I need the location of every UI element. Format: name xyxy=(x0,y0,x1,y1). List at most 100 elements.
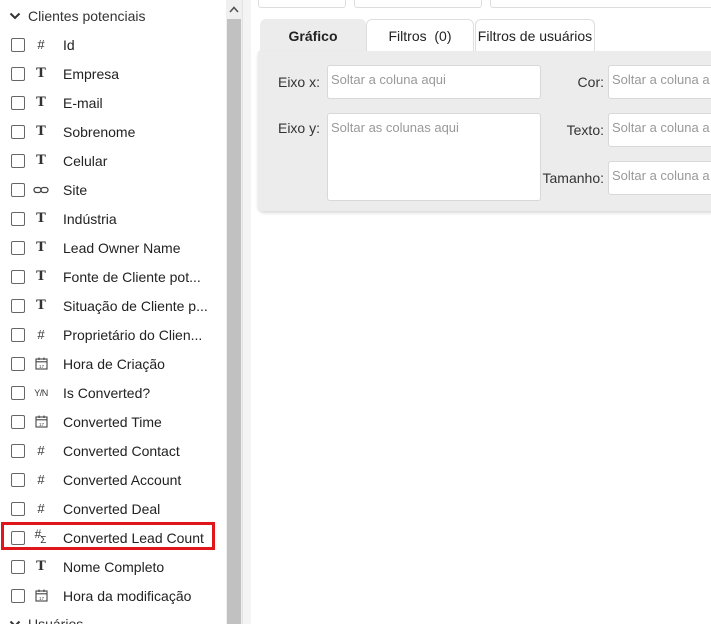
group-label: Clientes potenciais xyxy=(28,8,146,24)
field-row[interactable]: # Converted Contact xyxy=(0,436,226,465)
field-row[interactable]: T Situação de Cliente p... xyxy=(0,291,226,320)
field-row[interactable]: 17 Converted Time xyxy=(0,407,226,436)
hash-icon: # xyxy=(37,327,45,342)
panel-divider[interactable] xyxy=(242,0,251,624)
calendar-icon: 17 xyxy=(32,415,50,428)
toolbar-box[interactable] xyxy=(258,0,346,8)
hash-icon: # xyxy=(37,37,45,52)
calendar-icon: 17 xyxy=(32,589,50,602)
field-label: Nome Completo xyxy=(63,558,165,575)
field-checkbox[interactable] xyxy=(11,211,25,226)
field-row[interactable]: T Lead Owner Name xyxy=(0,233,226,262)
group-header-usuarios[interactable]: Usuários xyxy=(0,612,226,624)
field-row[interactable]: T Sobrenome xyxy=(0,117,226,146)
field-checkbox[interactable] xyxy=(11,37,25,52)
tab-filtros-usuarios[interactable]: Filtros de usuários xyxy=(475,19,595,51)
toolbar-box[interactable] xyxy=(490,0,711,8)
size-drop-zone[interactable]: Soltar a coluna a xyxy=(608,161,711,195)
text-type-icon: T xyxy=(36,66,46,81)
field-row[interactable]: # Converted Deal xyxy=(0,494,226,523)
text-type-icon: T xyxy=(36,269,46,284)
field-checkbox[interactable] xyxy=(11,588,25,603)
field-checkbox[interactable] xyxy=(11,356,25,371)
field-row[interactable]: T Empresa xyxy=(0,59,226,88)
text-type-icon: T xyxy=(36,124,46,139)
field-row[interactable]: 17 Hora de Criação xyxy=(0,349,226,378)
field-checkbox[interactable] xyxy=(11,182,25,197)
hash-icon: # xyxy=(37,443,45,458)
group-label: Usuários xyxy=(28,616,84,624)
field-list-panel: Clientes potenciais # Id T Empresa T E-mail T S… xyxy=(0,0,226,624)
field-row[interactable]: T Fonte de Cliente pot... xyxy=(0,262,226,291)
tab-filtros[interactable]: Filtros (0) xyxy=(366,19,474,51)
color-drop-zone[interactable]: Soltar a coluna a xyxy=(608,65,711,99)
field-checkbox[interactable] xyxy=(11,327,25,342)
hash-icon: # xyxy=(37,472,45,487)
text-type-icon: T xyxy=(36,559,46,574)
field-label: Proprietário do Clien... xyxy=(63,326,203,343)
field-checkbox[interactable] xyxy=(11,414,25,429)
field-row[interactable]: # Converted Account xyxy=(0,465,226,494)
field-checkbox[interactable] xyxy=(11,240,25,255)
y-axis-label: Eixo y: xyxy=(277,120,320,136)
toolbar-box[interactable] xyxy=(354,0,482,8)
field-label: Id xyxy=(63,36,75,53)
chevron-down-icon[interactable] xyxy=(6,7,24,25)
svg-text:17: 17 xyxy=(38,422,44,427)
scrollbar[interactable] xyxy=(226,0,242,624)
scroll-thumb[interactable] xyxy=(227,19,241,624)
field-row[interactable]: T Nome Completo xyxy=(0,552,226,581)
y-axis-drop-zone[interactable]: Soltar as colunas aqui xyxy=(327,113,541,201)
x-axis-drop-zone[interactable]: Soltar a coluna aqui xyxy=(327,65,541,99)
text-label: Texto: xyxy=(566,122,604,138)
field-label: Fonte de Cliente pot... xyxy=(63,268,201,285)
field-label: Empresa xyxy=(63,65,120,82)
field-row[interactable]: # Id xyxy=(0,30,226,59)
field-row[interactable]: T Celular xyxy=(0,146,226,175)
field-label: Converted Time xyxy=(63,413,162,430)
text-type-icon: T xyxy=(36,153,46,168)
field-checkbox[interactable] xyxy=(11,501,25,516)
field-row[interactable]: T Indústria xyxy=(0,204,226,233)
text-type-icon: T xyxy=(36,95,46,110)
field-label: Converted Deal xyxy=(63,500,161,517)
field-label: Site xyxy=(63,181,88,198)
field-checkbox[interactable] xyxy=(11,95,25,110)
field-checkbox[interactable] xyxy=(11,124,25,139)
calendar-icon: 17 xyxy=(32,357,50,370)
text-drop-zone[interactable]: Soltar a coluna a xyxy=(608,113,711,147)
field-label: Situação de Cliente p... xyxy=(63,297,208,314)
svg-text:17: 17 xyxy=(38,596,44,601)
highlight-box xyxy=(1,522,215,550)
field-checkbox[interactable] xyxy=(11,559,25,574)
link-icon xyxy=(32,185,50,195)
svg-text:17: 17 xyxy=(38,364,44,369)
field-label: Converted Contact xyxy=(63,442,180,459)
field-checkbox[interactable] xyxy=(11,298,25,313)
field-label: Celular xyxy=(63,152,108,169)
field-checkbox[interactable] xyxy=(11,153,25,168)
scroll-up-button[interactable] xyxy=(226,0,242,18)
text-type-icon: T xyxy=(36,240,46,255)
field-checkbox[interactable] xyxy=(11,385,25,400)
field-checkbox[interactable] xyxy=(11,472,25,487)
chart-config-panel: Eixo x: Soltar a coluna aqui Eixo y: Sol… xyxy=(258,51,711,211)
top-toolbar-strip xyxy=(258,0,711,8)
field-label: Indústria xyxy=(63,210,117,227)
hash-icon: # xyxy=(37,501,45,516)
field-label: E-mail xyxy=(63,94,103,111)
field-label: Lead Owner Name xyxy=(63,239,181,256)
chevron-down-icon[interactable] xyxy=(6,615,24,624)
field-row[interactable]: T E-mail xyxy=(0,88,226,117)
text-type-icon: T xyxy=(36,298,46,313)
field-checkbox[interactable] xyxy=(11,443,25,458)
field-checkbox[interactable] xyxy=(11,66,25,81)
field-row[interactable]: Site xyxy=(0,175,226,204)
field-row[interactable]: # Proprietário do Clien... xyxy=(0,320,226,349)
yes-no-icon: Y/N xyxy=(34,387,48,398)
group-header-clientes-potenciais[interactable]: Clientes potenciais xyxy=(0,4,226,28)
field-row[interactable]: 17 Hora da modificação xyxy=(0,581,226,610)
field-checkbox[interactable] xyxy=(11,269,25,284)
field-row[interactable]: Y/N Is Converted? xyxy=(0,378,226,407)
tab-grafico[interactable]: Gráfico xyxy=(260,19,366,51)
